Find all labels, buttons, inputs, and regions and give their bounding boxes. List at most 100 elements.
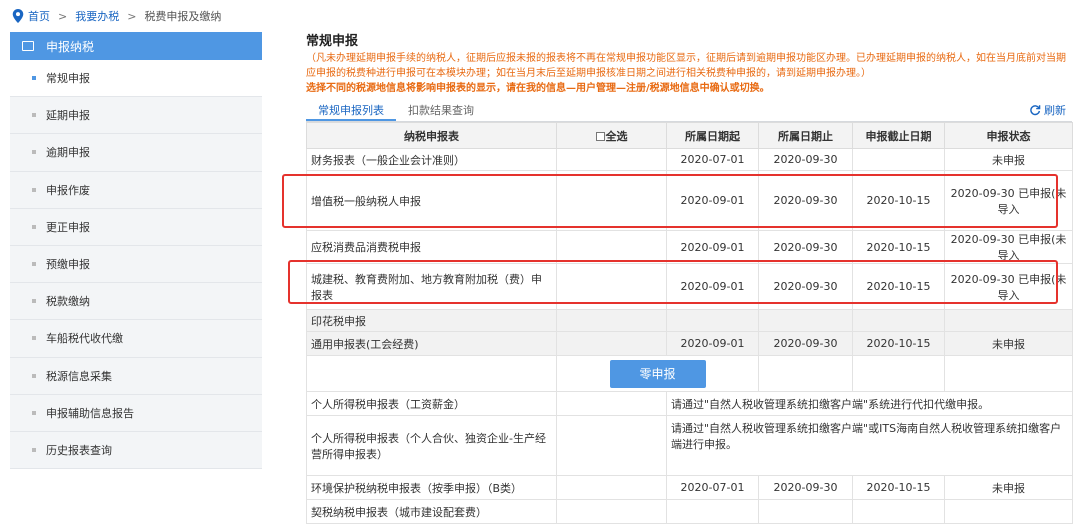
cell-end-date: 2020-09-30 <box>758 331 853 356</box>
sidebar-item-label: 申报作废 <box>46 183 90 197</box>
cell-status: 2020-09-30 已申报(未导入 <box>944 263 1073 310</box>
breadcrumb: 首页 > 我要办税 > 税费申报及缴纳 <box>0 0 1080 32</box>
cell-status: 2020-09-30 已申报(未导入 <box>944 230 1073 264</box>
select-all-checkbox[interactable] <box>595 132 605 141</box>
cell-select <box>556 170 667 231</box>
cell-form-name: 增值税一般纳税人申报 <box>306 170 557 231</box>
cell-start-date <box>666 309 759 332</box>
refresh-icon <box>1030 105 1041 116</box>
bullet-icon <box>32 187 36 192</box>
cell-deadline: 2020-10-15 <box>852 170 945 231</box>
refresh-label: 刷新 <box>1044 104 1066 117</box>
sidebar-item[interactable]: 历史报表查询 <box>10 431 262 470</box>
tab-regular-list[interactable]: 常规申报列表 <box>306 100 396 121</box>
table-row[interactable]: 通用申报表(工会经费) 2020-09-01 2020-09-30 2020-10-1… <box>306 331 1073 356</box>
cell-start-date: 2020-09-01 <box>666 263 759 310</box>
table-row[interactable]: 环境保护税纳税申报表（按季申报）（B类） 2020-07-01 2020-09-30… <box>306 475 1073 500</box>
table-row[interactable]: 应税消费品消费税申报 2020-09-01 2020-09-30 2020-10-15… <box>306 230 1073 264</box>
cell-form-name: 个人所得税申报表（工资薪金） <box>306 391 557 416</box>
cell-end-date <box>758 309 853 332</box>
cell-empty <box>944 355 1073 392</box>
cell-select <box>556 391 667 416</box>
cell-form-name: 应税消费品消费税申报 <box>306 230 557 264</box>
col-header-form: 纳税申报表 <box>306 122 557 149</box>
cell-status <box>944 309 1073 332</box>
tab-deduction-result[interactable]: 扣款结果查询 <box>396 100 486 121</box>
bullet-icon <box>32 447 36 452</box>
sidebar-item[interactable]: 申报辅助信息报告 <box>10 394 262 432</box>
cell-empty <box>306 355 557 392</box>
table-row[interactable]: 城建税、教育费附加、地方教育附加税（费）申报表 2020-09-01 2020-09… <box>306 263 1073 310</box>
sidebar-item[interactable]: 申报作废 <box>10 171 262 209</box>
source-notice-text: 选择不同的税源地信息将影响申报表的显示，请在我的信息—用户管理—注册/税源地信息… <box>306 83 770 94</box>
cell-end-date: 2020-09-30 <box>758 263 853 310</box>
table-row[interactable]: 增值税一般纳税人申报 2020-09-01 2020-09-30 2020-10-15… <box>306 170 1073 231</box>
cell-form-name: 财务报表（一般企业会计准则） <box>306 148 557 171</box>
sidebar-item-label: 延期申报 <box>46 109 90 123</box>
sidebar-item[interactable]: 更正申报 <box>10 208 262 246</box>
declaration-table: 纳税申报表 全选 所属日期起 所属日期止 申报截止日期 申报状态 财务报表（一般… <box>306 122 1073 524</box>
sidebar-item[interactable]: 税款缴纳 <box>10 283 262 321</box>
sidebar-item-label: 税源信息采集 <box>46 369 112 383</box>
bullet-icon <box>32 150 36 155</box>
cell-form-name: 环境保护税纳税申报表（按季申报）（B类） <box>306 475 557 500</box>
refresh-button[interactable]: 刷新 <box>1029 102 1066 118</box>
sidebar-item[interactable]: 车船税代收代缴 <box>10 320 262 358</box>
cell-end-date: 2020-09-30 <box>758 170 853 231</box>
cell-select <box>556 309 667 332</box>
tab-bar: 常规申报列表 扣款结果查询 刷新 <box>306 100 1072 122</box>
cell-end-date: 2020-09-30 <box>758 475 853 500</box>
sidebar-item[interactable]: 常规申报 <box>10 60 262 98</box>
cell-deadline: 2020-10-15 <box>852 230 945 264</box>
sidebar-menu: 常规申报延期申报逾期申报申报作废更正申报 预缴申报 税款缴纳 车船税代收代缴税源信息采… <box>10 60 262 470</box>
sidebar-header[interactable]: 申报纳税 <box>10 32 262 60</box>
sidebar-item-label: 常规申报 <box>46 72 90 86</box>
table-row[interactable]: 印花税申报 <box>306 309 1073 332</box>
breadcrumb-home[interactable]: 首页 <box>28 8 50 24</box>
window-icon <box>22 41 34 51</box>
cell-status: 未申报 <box>944 148 1073 171</box>
bullet-icon <box>32 410 36 415</box>
bullet-icon <box>32 336 36 341</box>
cell-form-name: 城建税、教育费附加、地方教育附加税（费）申报表 <box>306 263 557 310</box>
sidebar-item[interactable]: 预缴申报 <box>10 245 262 284</box>
table-row[interactable]: 个人所得税申报表（工资薪金） 请通过"自然人税收管理系统扣缴客户端"系统进行代扣代… <box>306 391 1073 416</box>
cell-select <box>556 415 667 476</box>
cell-deadline: 2020-10-15 <box>852 331 945 356</box>
cell-status: 未申报 <box>944 475 1073 500</box>
breadcrumb-tax-service[interactable]: 我要办税 <box>75 8 119 24</box>
cell-select <box>556 230 667 264</box>
cell-note: 请通过"自然人税收管理系统扣缴客户端"系统进行代扣代缴申报。 <box>666 391 1073 416</box>
zero-declaration-button[interactable]: 零申报 <box>609 359 706 388</box>
sidebar-item-label: 历史报表查询 <box>46 443 112 457</box>
cell-start-date: 2020-09-01 <box>666 170 759 231</box>
table-header-row: 纳税申报表 全选 所属日期起 所属日期止 申报截止日期 申报状态 <box>306 122 1073 149</box>
bullet-icon <box>32 113 36 118</box>
cell-status: 2020-09-30 已申报(未导入 <box>944 170 1073 231</box>
notice-text: （凡未办理延期申报手续的纳税人，征期后应报未报的报表将不再在常规申报功能区显示，… <box>306 53 1066 79</box>
col-header-select-all[interactable]: 全选 <box>556 122 667 149</box>
col-header-deadline: 申报截止日期 <box>852 122 945 149</box>
sidebar-item-label: 逾期申报 <box>46 146 90 160</box>
cell-status: 未申报 <box>944 331 1073 356</box>
breadcrumb-current: 税费申报及缴纳 <box>144 10 222 23</box>
main-content: 常规申报 （凡未办理延期申报手续的纳税人，征期后应报未报的报表将不再在常规申报功… <box>306 30 1073 524</box>
bullet-icon <box>32 262 36 267</box>
location-pin-icon <box>12 9 24 23</box>
sidebar-item[interactable]: 延期申报 <box>10 97 262 135</box>
cell-select <box>556 331 667 356</box>
cell-empty <box>852 355 945 392</box>
cell-select <box>556 148 667 171</box>
cell-empty <box>758 355 853 392</box>
cell-note: 请通过"自然人税收管理系统扣缴客户端"或ITS海南自然人税收管理系统扣缴客户端进… <box>666 415 1073 476</box>
breadcrumb-separator: > <box>127 9 137 23</box>
sidebar-item[interactable]: 逾期申报 <box>10 134 262 172</box>
table-row[interactable]: 财务报表（一般企业会计准则） 2020-07-01 2020-09-30 未申报 <box>306 148 1073 171</box>
cell-start-date: 2020-07-01 <box>666 148 759 171</box>
cell-deadline: 2020-10-15 <box>852 475 945 500</box>
sidebar-item[interactable]: 税源信息采集 <box>10 357 262 395</box>
cell-end-date: 2020-09-30 <box>758 230 853 264</box>
table-row[interactable]: 个人所得税申报表（个人合伙、独资企业-生产经营所得申报表） 请通过"自然人税收管理… <box>306 415 1073 476</box>
sidebar-item-label: 申报辅助信息报告 <box>46 406 134 420</box>
col-header-start: 所属日期起 <box>666 122 759 149</box>
